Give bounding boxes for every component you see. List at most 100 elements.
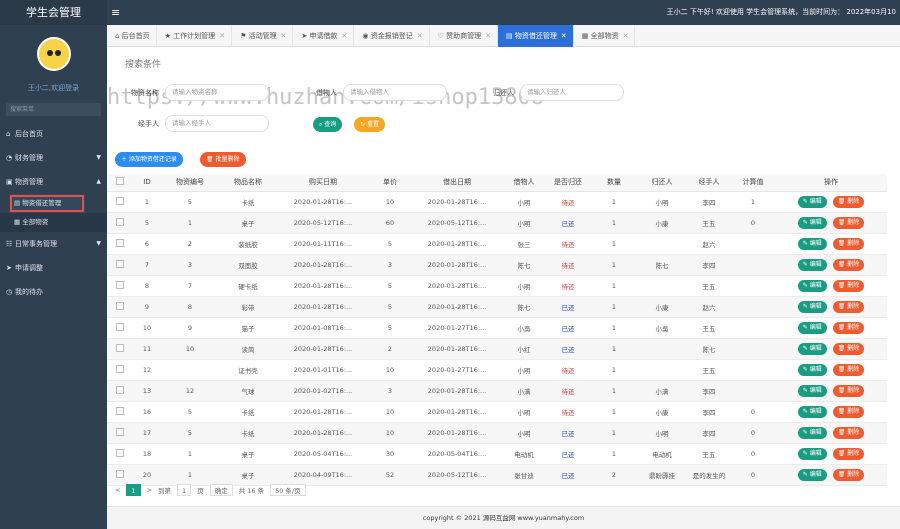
edit-button[interactable]: ✎ 编辑 <box>797 468 827 481</box>
tab-work-plan[interactable]: ★ 工作计划管理 ✕ <box>157 25 233 47</box>
sidebar-item-home[interactable]: ⌂ 后台首页 <box>0 122 107 146</box>
table-row[interactable]: 7 3 双面胶 2020-01-28T16:... 3 2020-01-28T16:...… <box>107 254 887 276</box>
table-row[interactable]: 12 证书壳 2020-01-01T16:... 10 2020-01-27T16:..… <box>107 359 887 381</box>
tab-reimburse[interactable]: ◉ 资金报销登记 ✕ <box>354 25 430 47</box>
table-row[interactable]: 20 1 桌子 2020-04-09T16:... 52 2020-05-12T16:..… <box>107 464 887 486</box>
page-size-select[interactable]: 50 条/页 <box>270 484 306 496</box>
sidebar-subitem-borrow[interactable]: ▤ 物资借还管理 <box>9 194 85 213</box>
table-row[interactable]: 13 12 气球 2020-01-02T16:... 3 2020-01-28T16:..… <box>107 380 887 402</box>
close-icon[interactable]: ✕ <box>219 32 225 40</box>
close-icon[interactable]: ✕ <box>281 32 287 40</box>
sidebar-item-apply[interactable]: ➤ 申请调整 <box>0 256 107 280</box>
delete-button[interactable]: 🗑 删除 <box>832 321 865 334</box>
table-row[interactable]: 18 1 桌子 2020-05-04T16:... 30 2020-05-04T16:..… <box>107 443 887 465</box>
row-checkbox[interactable] <box>107 233 133 255</box>
sidebar-item-materials[interactable]: ▣ 物资管理 ▲ <box>0 170 107 194</box>
sidebar-item-todo[interactable]: ◷ 我的待办 <box>0 280 107 304</box>
close-icon[interactable]: ✕ <box>417 32 423 40</box>
row-checkbox[interactable] <box>107 443 133 465</box>
row-checkbox[interactable] <box>107 317 133 339</box>
col-header[interactable]: 购买日期 <box>277 174 369 192</box>
col-header[interactable]: 经手人 <box>687 174 731 192</box>
delete-button[interactable]: 🗑 删除 <box>832 468 865 481</box>
close-icon[interactable]: ✕ <box>623 32 629 40</box>
delete-button[interactable]: 🗑 删除 <box>832 237 865 250</box>
borrower-input[interactable]: 请输入借物人 <box>343 84 447 101</box>
row-checkbox[interactable] <box>107 401 133 423</box>
col-header[interactable]: 数量 <box>591 174 637 192</box>
col-header[interactable]: 计算值 <box>731 174 775 192</box>
delete-button[interactable]: 🗑 删除 <box>832 447 865 460</box>
batch-delete-button[interactable]: 🗑 批量删除 <box>200 152 246 167</box>
col-header[interactable]: ID <box>133 174 161 192</box>
delete-button[interactable]: 🗑 删除 <box>832 195 865 208</box>
row-checkbox[interactable] <box>107 254 133 276</box>
delete-button[interactable]: 🗑 删除 <box>832 216 865 229</box>
edit-button[interactable]: ✎ 编辑 <box>797 279 827 292</box>
add-record-button[interactable]: ＋ 添加物资借还记录 <box>115 152 183 167</box>
tab-loan[interactable]: ➤ 申请借款 ✕ <box>293 25 355 47</box>
goto-confirm-button[interactable]: 确定 <box>209 484 233 496</box>
table-row[interactable]: 5 1 桌子 2020-05-12T16:... 60 2020-05-12T16:...… <box>107 212 887 234</box>
edit-button[interactable]: ✎ 编辑 <box>797 321 827 334</box>
select-all-checkbox[interactable] <box>107 174 133 192</box>
table-row[interactable]: 11 10 读简 2020-01-28T16:... 2 2020-01-28T16:..… <box>107 338 887 360</box>
table-row[interactable]: 17 5 卡纸 2020-01-28T16:... 10 2020-01-28T16:..… <box>107 422 887 444</box>
row-checkbox[interactable] <box>107 275 133 297</box>
col-header[interactable]: 借出日期 <box>411 174 503 192</box>
edit-button[interactable]: ✎ 编辑 <box>797 384 827 397</box>
sidebar-item-daily[interactable]: ☷ 日常事务管理 ▼ <box>0 232 107 256</box>
prev-page-button[interactable]: < <box>115 486 120 494</box>
name-input[interactable]: 请输入物资名称 <box>165 84 269 101</box>
row-checkbox[interactable] <box>107 296 133 318</box>
tab-all-materials[interactable]: ▦ 全部物资 ✕ <box>574 25 636 47</box>
table-row[interactable]: 1 5 卡纸 2020-01-28T16:... 10 2020-01-28T16:...… <box>107 191 887 213</box>
delete-button[interactable]: 🗑 删除 <box>832 342 865 355</box>
tab-activity[interactable]: ⚑ 活动管理 ✕ <box>232 25 294 47</box>
edit-button[interactable]: ✎ 编辑 <box>797 426 827 439</box>
close-icon[interactable]: ✕ <box>485 32 491 40</box>
reset-button[interactable]: ↻ 重置 <box>354 117 385 132</box>
delete-button[interactable]: 🗑 删除 <box>832 279 865 292</box>
delete-button[interactable]: 🗑 删除 <box>832 363 865 376</box>
row-checkbox[interactable] <box>107 212 133 234</box>
delete-button[interactable]: 🗑 删除 <box>832 405 865 418</box>
sidebar-subitem-all[interactable]: ▦ 全部物资 <box>0 213 107 232</box>
edit-button[interactable]: ✎ 编辑 <box>797 300 827 313</box>
edit-button[interactable]: ✎ 编辑 <box>797 195 827 208</box>
delete-button[interactable]: 🗑 删除 <box>832 426 865 439</box>
menu-toggle-icon[interactable]: ≡ <box>111 6 120 19</box>
delete-button[interactable]: 🗑 删除 <box>832 384 865 397</box>
close-icon[interactable]: ✕ <box>561 32 567 40</box>
row-checkbox[interactable] <box>107 464 133 486</box>
row-checkbox[interactable] <box>107 191 133 213</box>
col-header[interactable]: 物资编号 <box>161 174 219 192</box>
sidebar-item-finance[interactable]: ◔ 财务管理 ▼ <box>0 146 107 170</box>
close-icon[interactable]: ✕ <box>342 32 348 40</box>
table-row[interactable]: 9 8 彩带 2020-01-28T16:... 5 2020-01-28T16:... 陈… <box>107 296 887 318</box>
page-number[interactable]: 1 <box>126 484 141 496</box>
next-page-button[interactable]: > <box>147 486 152 494</box>
row-checkbox[interactable] <box>107 359 133 381</box>
edit-button[interactable]: ✎ 编辑 <box>797 237 827 250</box>
row-checkbox[interactable] <box>107 338 133 360</box>
col-header[interactable]: 单价 <box>369 174 411 192</box>
avatar[interactable] <box>36 37 71 71</box>
handler-input[interactable]: 请输入经手人 <box>165 115 269 132</box>
edit-button[interactable]: ✎ 编辑 <box>797 258 827 271</box>
tab-sponsor[interactable]: ♡ 赞助商管理 ✕ <box>430 25 499 47</box>
col-header[interactable]: 归还人 <box>637 174 687 192</box>
row-checkbox[interactable] <box>107 380 133 402</box>
table-row[interactable]: 6 2 装纸胶 2020-01-11T16:... 5 2020-01-28T16:...… <box>107 233 887 255</box>
table-row[interactable]: 8 7 硬卡纸 2020-01-28T16:... 5 2020-01-28T16:...… <box>107 275 887 297</box>
col-header[interactable]: 物品名称 <box>219 174 277 192</box>
returner-input[interactable]: 请输入归还人 <box>520 84 624 101</box>
tab-borrow[interactable]: ▤ 物资借还管理 ✕ <box>498 25 574 47</box>
edit-button[interactable]: ✎ 编辑 <box>797 342 827 355</box>
edit-button[interactable]: ✎ 编辑 <box>797 447 827 460</box>
tab-home[interactable]: ⌂ 后台首页 <box>107 25 157 47</box>
edit-button[interactable]: ✎ 编辑 <box>797 363 827 376</box>
col-header[interactable]: 是否归还 <box>545 174 591 192</box>
goto-page-input[interactable]: 1 <box>177 484 192 496</box>
edit-button[interactable]: ✎ 编辑 <box>797 216 827 229</box>
